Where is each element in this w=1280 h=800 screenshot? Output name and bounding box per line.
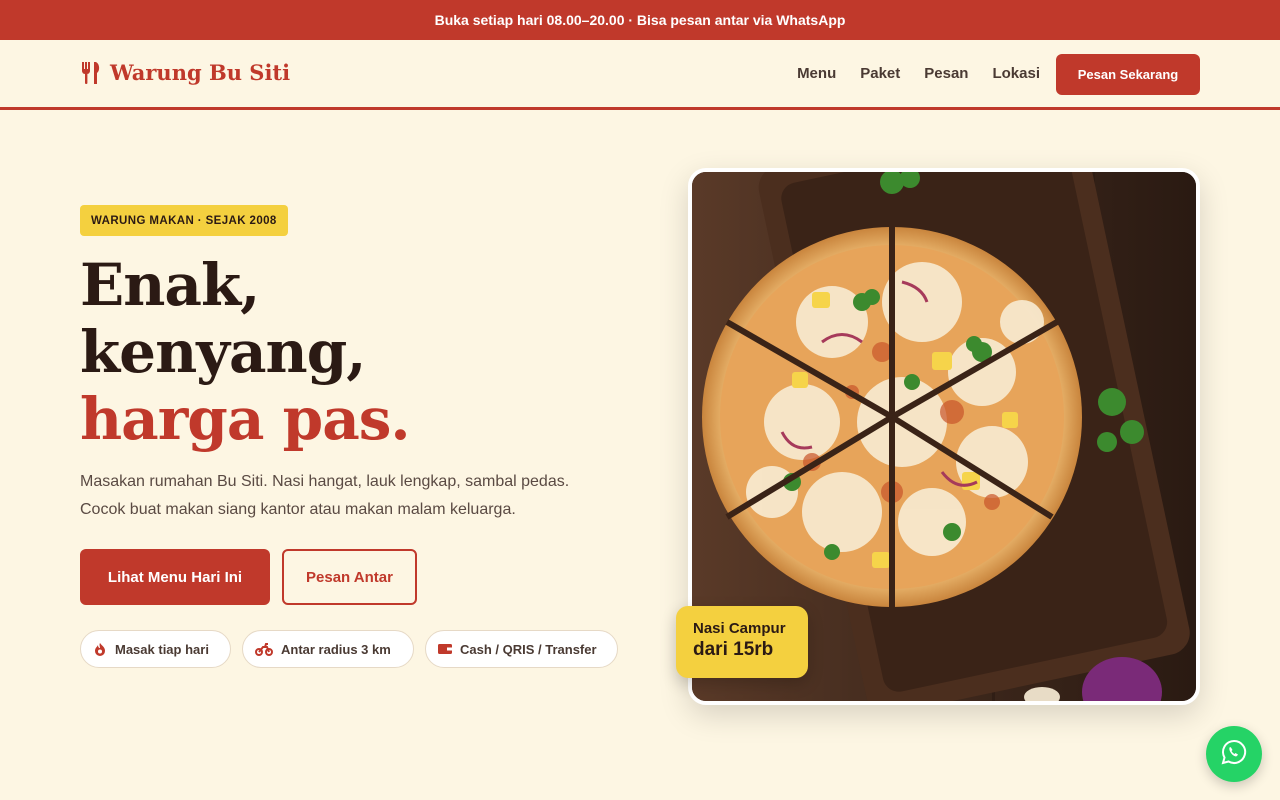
nav-item-paket[interactable]: Paket bbox=[860, 65, 900, 82]
announcement-text: Buka setiap hari 08.00–20.00 · Bisa pesa… bbox=[434, 12, 846, 28]
view-menu-button[interactable]: Lihat Menu Hari Ini bbox=[80, 549, 270, 605]
delivery-order-button[interactable]: Pesan Antar bbox=[282, 549, 417, 605]
hero-badge: WARUNG MAKAN · SEJAK 2008 bbox=[80, 205, 288, 236]
feature-chip-cook-daily: Masak tiap hari bbox=[80, 630, 231, 668]
site-header: Warung Bu Siti Menu Paket Pesan Lokasi P… bbox=[0, 40, 1280, 110]
chip-label: Masak tiap hari bbox=[115, 641, 209, 657]
promo-label: Nasi Campur bbox=[693, 620, 786, 637]
feature-chip-payment: Cash / QRIS / Transfer bbox=[425, 630, 618, 668]
whatsapp-icon bbox=[1221, 739, 1247, 770]
main-nav: Menu Paket Pesan Lokasi bbox=[797, 65, 1040, 82]
order-now-button[interactable]: Pesan Sekarang bbox=[1056, 54, 1200, 95]
headline-line-2: kenyang, bbox=[80, 318, 366, 386]
wallet-icon bbox=[438, 643, 452, 655]
logo[interactable]: Warung Bu Siti bbox=[80, 60, 290, 85]
feature-chip-delivery: Antar radius 3 km bbox=[242, 630, 414, 668]
nav-item-lokasi[interactable]: Lokasi bbox=[992, 65, 1040, 82]
motorcycle-icon bbox=[255, 642, 273, 656]
announcement-bar: Buka setiap hari 08.00–20.00 · Bisa pesa… bbox=[0, 0, 1280, 40]
headline-line-1: Enak, bbox=[80, 251, 260, 319]
nav-item-menu[interactable]: Menu bbox=[797, 65, 836, 82]
hero-description: Masakan rumahan Bu Siti. Nasi hangat, la… bbox=[80, 468, 650, 524]
logo-text: Warung Bu Siti bbox=[110, 60, 291, 85]
whatsapp-float-button[interactable] bbox=[1206, 726, 1262, 782]
nav-item-pesan[interactable]: Pesan bbox=[924, 65, 968, 82]
description-line-1: Masakan rumahan Bu Siti. Nasi hangat, la… bbox=[80, 473, 570, 490]
chip-label: Cash / QRIS / Transfer bbox=[460, 641, 597, 657]
chip-label: Antar radius 3 km bbox=[281, 641, 391, 657]
hero-headline: Enak, kenyang, harga pas. bbox=[80, 251, 411, 453]
flame-icon bbox=[93, 642, 107, 656]
fork-knife-icon bbox=[80, 61, 102, 85]
promo-price-card: Nasi Campur dari 15rb bbox=[676, 606, 808, 678]
description-line-2: Cocok buat makan siang kantor atau makan… bbox=[80, 501, 516, 518]
headline-line-3: harga pas. bbox=[80, 385, 411, 453]
promo-price: dari 15rb bbox=[693, 639, 774, 660]
